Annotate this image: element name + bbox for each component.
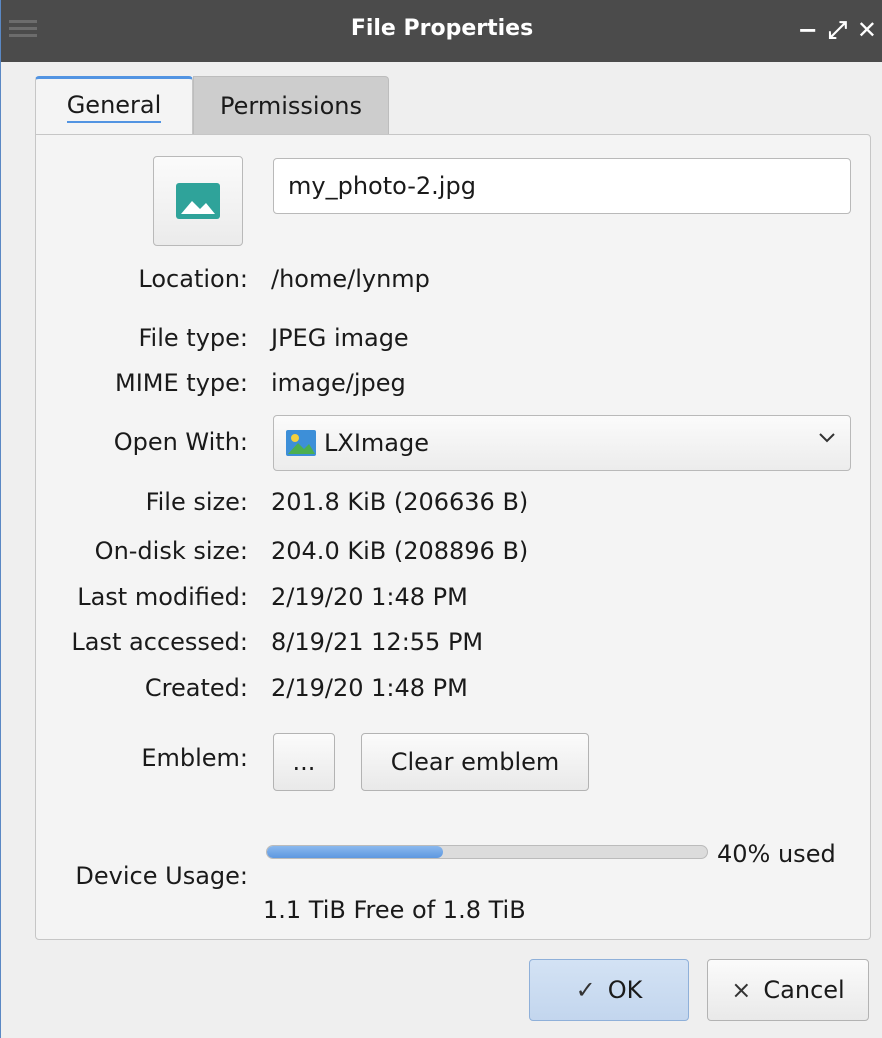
open-with-value: LXImage — [324, 429, 429, 457]
maximize-icon[interactable]: ⤢ — [828, 14, 847, 46]
open-with-label: Open With: — [113, 428, 248, 456]
image-file-icon — [176, 183, 220, 219]
minimize-icon[interactable]: − — [798, 14, 818, 46]
last-modified-value: 2/19/20 1:48 PM — [271, 583, 468, 611]
cancel-label: Cancel — [763, 976, 845, 1004]
cancel-x-icon: × — [731, 976, 752, 1004]
open-with-dropdown[interactable]: LXImage — [273, 415, 851, 471]
device-usage-percent: 40% used — [717, 840, 836, 868]
file-icon-button[interactable] — [153, 156, 243, 246]
close-icon[interactable]: ✕ — [857, 14, 877, 46]
tab-general[interactable]: General — [35, 76, 193, 134]
tab-general-label: General — [66, 91, 162, 123]
file-type-value: JPEG image — [271, 324, 409, 352]
created-label: Created: — [144, 674, 248, 702]
chevron-down-icon — [819, 433, 835, 443]
window-title: File Properties — [350, 16, 534, 41]
cancel-button[interactable]: × Cancel — [707, 959, 869, 1021]
ondisk-size-label: On-disk size: — [94, 537, 248, 565]
filename-input[interactable] — [273, 158, 851, 214]
checkmark-icon: ✓ — [575, 976, 596, 1004]
last-accessed-value: 8/19/21 12:55 PM — [271, 628, 484, 656]
tab-permissions-label: Permissions — [220, 91, 362, 120]
tab-permissions[interactable]: Permissions — [193, 76, 389, 134]
ok-label: OK — [607, 976, 643, 1004]
mime-type-value: image/jpeg — [271, 369, 406, 397]
lximage-app-icon — [286, 430, 316, 456]
title-bar[interactable]: File Properties − ⤢ ✕ — [1, 0, 882, 62]
device-usage-label: Device Usage: — [75, 862, 248, 890]
choose-emblem-button[interactable]: ... — [273, 733, 335, 791]
last-modified-label: Last modified: — [77, 583, 248, 611]
location-value: /home/lynmp — [271, 265, 430, 293]
device-usage-bar — [266, 845, 708, 859]
clear-emblem-button[interactable]: Clear emblem — [361, 733, 589, 791]
device-usage-fill — [267, 846, 443, 858]
file-size-value: 201.8 KiB (206636 B) — [271, 488, 529, 516]
location-label: Location: — [138, 265, 248, 293]
mime-type-label: MIME type: — [115, 369, 248, 397]
file-properties-dialog: File Properties − ⤢ ✕ General Permission… — [0, 0, 882, 1038]
emblem-label: Emblem: — [141, 744, 248, 772]
file-size-label: File size: — [145, 488, 248, 516]
device-free-text: 1.1 TiB Free of 1.8 TiB — [263, 896, 526, 924]
last-accessed-label: Last accessed: — [71, 628, 248, 656]
ok-button[interactable]: ✓ OK — [529, 959, 689, 1021]
ondisk-size-value: 204.0 KiB (208896 B) — [271, 537, 529, 565]
window-controls: − ⤢ ✕ — [798, 14, 877, 46]
created-value: 2/19/20 1:48 PM — [271, 674, 468, 702]
file-type-label: File type: — [138, 324, 249, 352]
